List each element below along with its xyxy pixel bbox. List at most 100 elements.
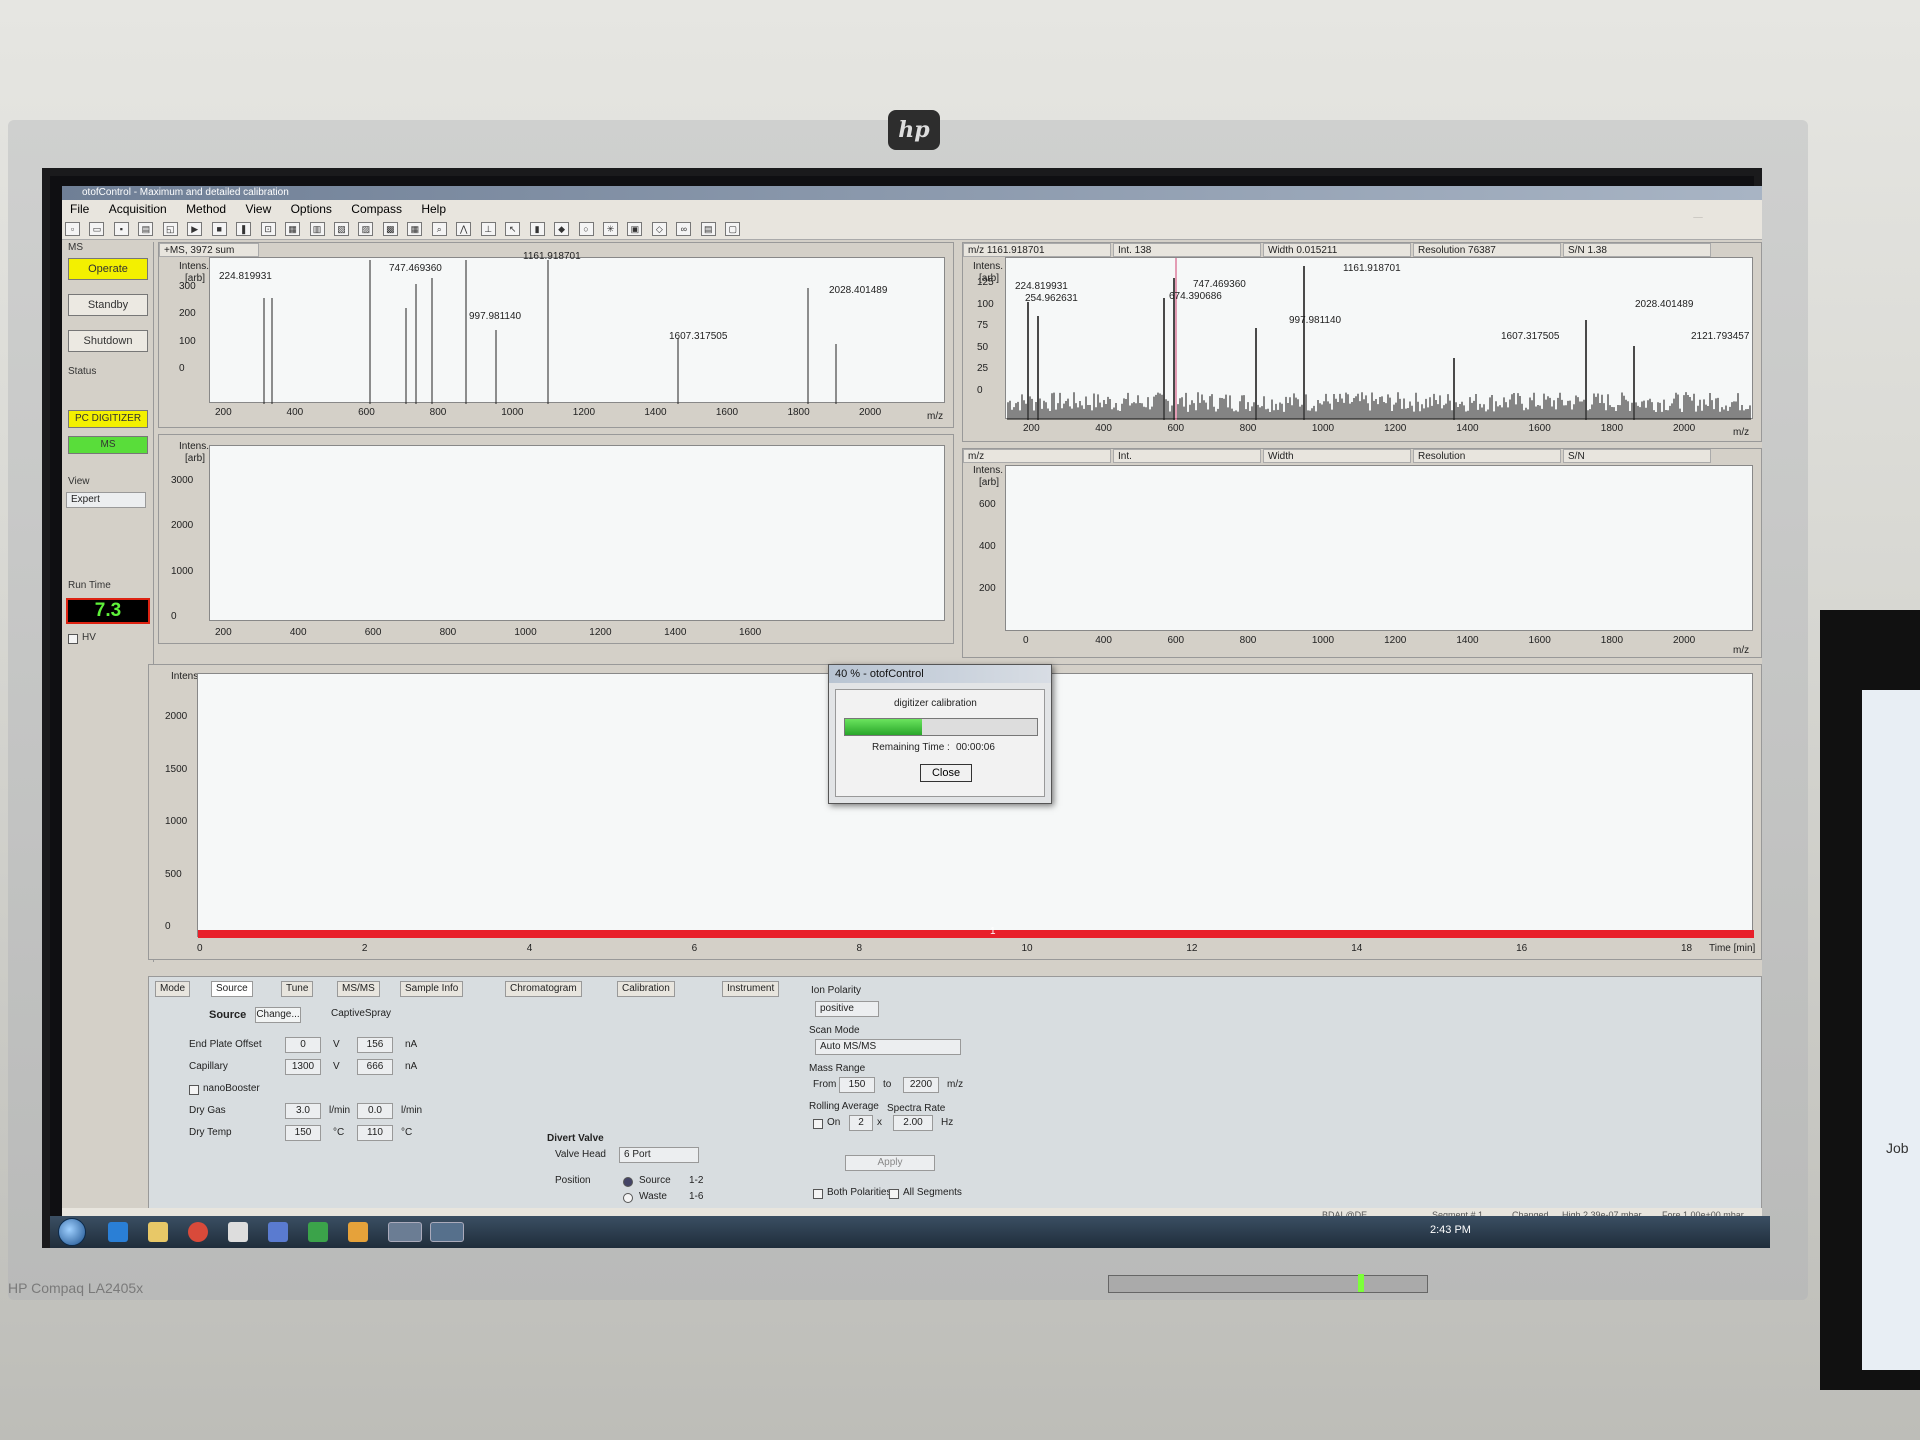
stop-icon[interactable]: ■ bbox=[211, 222, 227, 236]
tab-instrument[interactable]: Instrument bbox=[722, 981, 780, 997]
view-select[interactable]: Expert bbox=[66, 492, 146, 508]
excel-icon[interactable] bbox=[308, 1222, 328, 1242]
ms-status: MS bbox=[68, 436, 148, 454]
menu-help[interactable]: Help bbox=[413, 200, 454, 218]
app-icon[interactable] bbox=[268, 1222, 288, 1242]
monitor-buttons[interactable] bbox=[1108, 1275, 1428, 1293]
remaining-time-label: Remaining Time : bbox=[872, 742, 950, 753]
rolling-on-checkbox[interactable] bbox=[813, 1119, 823, 1129]
print-icon[interactable]: ▤ bbox=[138, 222, 154, 236]
start-button[interactable] bbox=[58, 1218, 86, 1246]
menu-method[interactable]: Method bbox=[178, 200, 234, 218]
all-segments-checkbox[interactable] bbox=[889, 1189, 899, 1199]
new-file-icon[interactable]: ▫ bbox=[65, 222, 80, 236]
dry-temp-input[interactable]: 150 bbox=[285, 1125, 321, 1141]
layout-1-icon[interactable]: ▦ bbox=[285, 222, 301, 236]
menu-file[interactable]: File bbox=[62, 200, 97, 218]
circle-icon[interactable]: ○ bbox=[578, 222, 594, 236]
layout-5-icon[interactable]: ▩ bbox=[382, 222, 398, 236]
dry-gas-input[interactable]: 3.0 bbox=[285, 1103, 321, 1119]
end-plate-current-unit: nA bbox=[405, 1039, 418, 1050]
scan-mode-select[interactable]: Auto MS/MS bbox=[815, 1039, 961, 1055]
rolling-value-input[interactable]: 2 bbox=[849, 1115, 873, 1131]
apply-button[interactable]: Apply bbox=[845, 1155, 935, 1171]
top-left-peak-label-2: 1161.918701 bbox=[523, 251, 581, 262]
layout-4-icon[interactable]: ▨ bbox=[358, 222, 374, 236]
end-plate-offset-input[interactable]: 0 bbox=[285, 1037, 321, 1053]
both-polarities-checkbox[interactable] bbox=[813, 1189, 823, 1199]
top-right-spectrum-panel: m/z 1161.918701 Int. 138 Width 0.015211 Res… bbox=[962, 242, 1762, 442]
mid-left-plot-area[interactable] bbox=[209, 445, 945, 621]
open-folder-icon[interactable]: ▭ bbox=[89, 222, 105, 236]
tab-mode[interactable]: Mode bbox=[155, 981, 191, 997]
waste-radio[interactable] bbox=[623, 1193, 633, 1203]
mid-right-x-tick-0: 0 bbox=[1023, 635, 1029, 646]
calibrate-icon[interactable]: ⊡ bbox=[260, 222, 276, 236]
mass-to-input[interactable]: 2200 bbox=[903, 1077, 939, 1093]
tab-tune[interactable]: Tune bbox=[281, 981, 314, 997]
menu-options[interactable]: Options bbox=[283, 200, 340, 218]
pause-icon[interactable]: ❚ bbox=[236, 222, 252, 236]
sparkle-icon[interactable]: ✳ bbox=[602, 222, 618, 236]
capillary-input[interactable]: 1300 bbox=[285, 1059, 321, 1075]
layout-3-icon[interactable]: ▧ bbox=[333, 222, 349, 236]
grid-icon[interactable]: ▦ bbox=[407, 222, 423, 236]
drop-icon[interactable]: ◆ bbox=[554, 222, 570, 236]
top-left-peak-label-4: 1607.317505 bbox=[669, 331, 728, 342]
layout-2-icon[interactable]: ▥ bbox=[309, 222, 325, 236]
mid-right-x-tick-7: 1600 bbox=[1528, 635, 1551, 646]
x-axis-unit: Time [min] bbox=[1709, 943, 1756, 954]
tab-sample-info[interactable]: Sample Info bbox=[400, 981, 464, 997]
top-right-header-cell-4: S/N 1.38 bbox=[1563, 243, 1711, 257]
top-right-plot-area[interactable] bbox=[1005, 257, 1753, 420]
tab-chromatogram[interactable]: Chromatogram bbox=[505, 981, 582, 997]
end-plate-current: 156 bbox=[357, 1037, 393, 1053]
compass-taskbar-icon[interactable] bbox=[430, 1222, 464, 1242]
mid-right-plot-area[interactable] bbox=[1005, 465, 1753, 631]
shutdown-button[interactable]: Shutdown bbox=[68, 330, 148, 352]
valve-head-select[interactable]: 6 Port bbox=[619, 1147, 699, 1163]
explorer-icon[interactable] bbox=[148, 1222, 168, 1242]
runtime-display: 7.3 bbox=[66, 598, 150, 624]
doc-icon[interactable] bbox=[228, 1222, 248, 1242]
ie-icon[interactable] bbox=[108, 1222, 128, 1242]
hv-checkbox[interactable] bbox=[68, 634, 78, 644]
tune-icon[interactable]: ⊥ bbox=[480, 222, 496, 236]
lock-icon[interactable]: ▣ bbox=[627, 222, 643, 236]
tab-ms-ms[interactable]: MS/MS bbox=[337, 981, 380, 997]
cursor-icon[interactable]: ↖ bbox=[505, 222, 521, 236]
operate-button[interactable]: Operate bbox=[68, 258, 148, 280]
standby-button[interactable]: Standby bbox=[68, 294, 148, 316]
preview-icon[interactable]: ◱ bbox=[162, 222, 178, 236]
menu-view[interactable]: View bbox=[237, 200, 279, 218]
top-left-plot-area[interactable] bbox=[209, 257, 945, 404]
mass-from-input[interactable]: 150 bbox=[839, 1077, 875, 1093]
top-right-x-tick-5: 1200 bbox=[1384, 423, 1407, 434]
peak-icon[interactable]: ⋀ bbox=[456, 222, 472, 236]
tool-icon[interactable] bbox=[348, 1222, 368, 1242]
report-icon[interactable]: ▤ bbox=[700, 222, 716, 236]
change-source-button[interactable]: Change... bbox=[255, 1007, 301, 1023]
play-icon[interactable]: ▶ bbox=[187, 222, 203, 236]
menu-acquisition[interactable]: Acquisition bbox=[101, 200, 175, 218]
dialog-close-button[interactable]: Close bbox=[920, 764, 972, 782]
menu-compass[interactable]: Compass bbox=[343, 200, 410, 218]
tab-source[interactable]: Source bbox=[211, 981, 253, 997]
chrome-icon[interactable] bbox=[188, 1222, 208, 1242]
toolbar: ▫ ▭ ▪ ▤ ◱ ▶ ■ ❚ ⊡ ▦ ▥ ▧ ▨ ▩ ▦ ⌕ ⋀ ⊥ ↖ ▮ bbox=[62, 218, 1762, 240]
side-monitor-text: Job bbox=[1886, 1140, 1909, 1156]
mid-right-x-tick-4: 1000 bbox=[1311, 635, 1335, 646]
export-icon[interactable]: ▢ bbox=[725, 222, 741, 236]
otofcontrol-taskbar-icon[interactable] bbox=[388, 1222, 422, 1242]
source-radio[interactable] bbox=[623, 1177, 633, 1187]
nanobooster-checkbox[interactable] bbox=[189, 1085, 199, 1095]
y-axis-label: Intens. bbox=[973, 261, 1004, 272]
spectra-rate-input[interactable]: 2.00 bbox=[893, 1115, 933, 1131]
ion-polarity-select[interactable]: positive bbox=[815, 1001, 879, 1017]
link-icon[interactable]: ∞ bbox=[676, 222, 692, 236]
tag-icon[interactable]: ◇ bbox=[651, 222, 667, 236]
bars-icon[interactable]: ▮ bbox=[529, 222, 545, 236]
zoom-icon[interactable]: ⌕ bbox=[431, 222, 447, 236]
save-icon[interactable]: ▪ bbox=[113, 222, 129, 236]
tab-calibration[interactable]: Calibration bbox=[617, 981, 675, 997]
